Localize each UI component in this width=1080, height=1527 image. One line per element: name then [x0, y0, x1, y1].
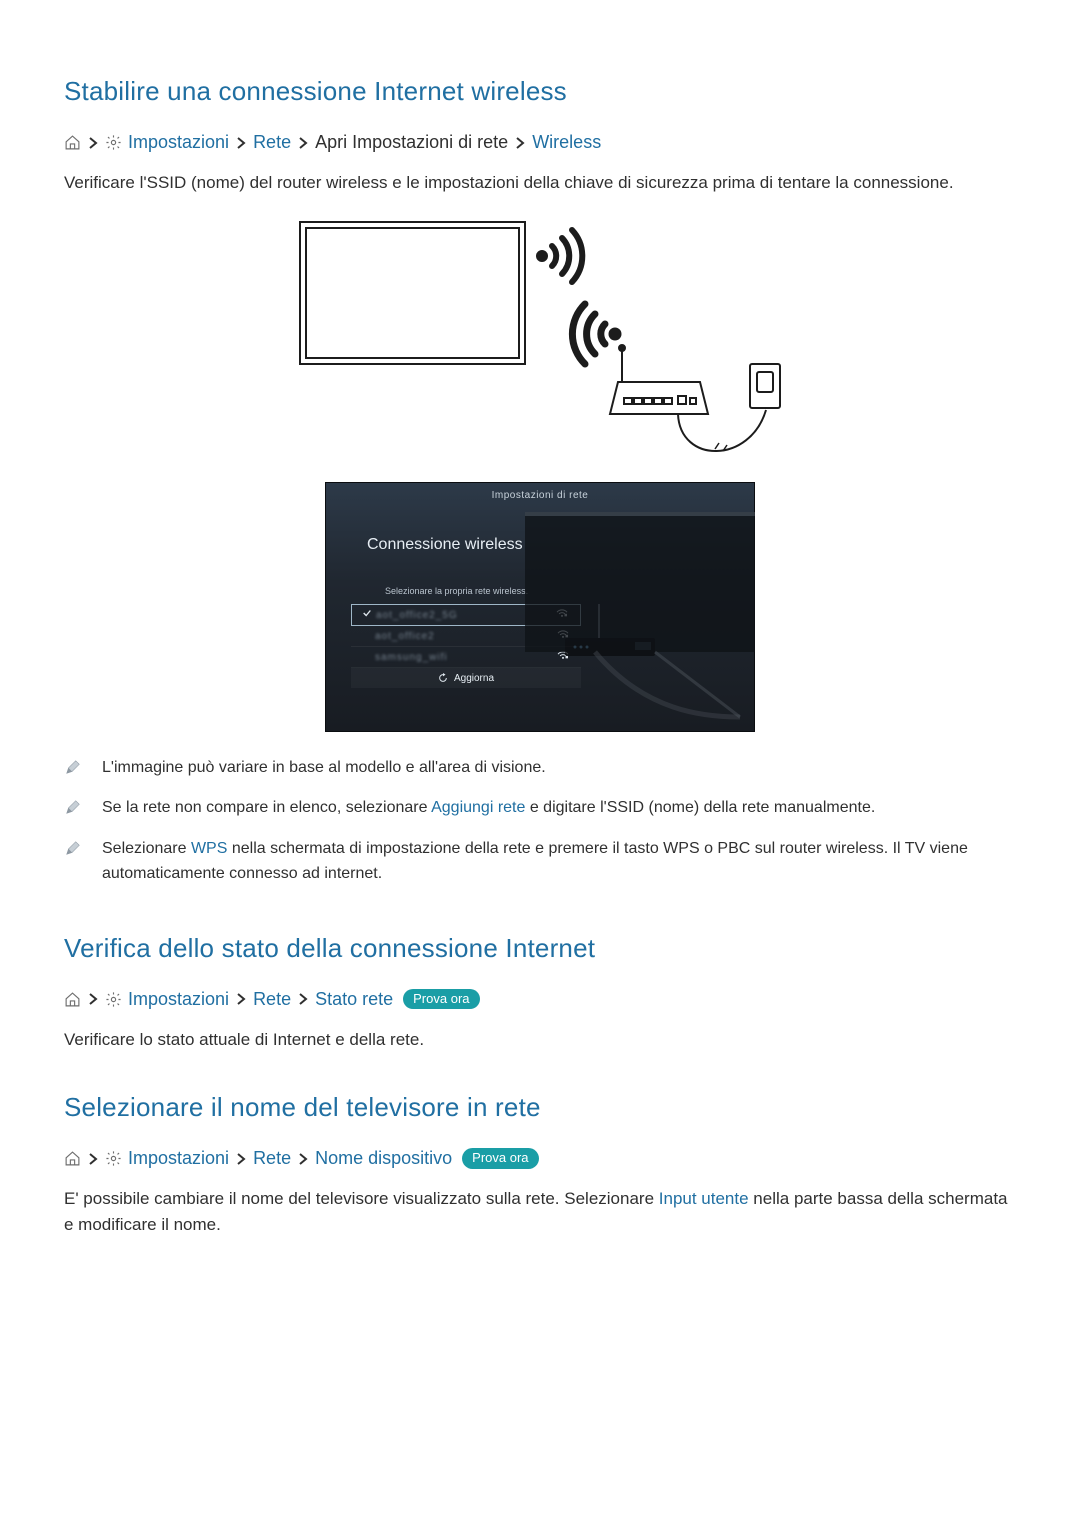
note-text-post: nella schermata di impostazione della re…: [102, 840, 968, 882]
tv-network-row[interactable]: aot_office2_5G: [351, 604, 581, 626]
gear-icon: [105, 1150, 122, 1167]
home-icon: [64, 991, 81, 1008]
note-item: L'immagine può variare in base al modell…: [64, 752, 1016, 787]
path-device: Nome dispositivo: [315, 1145, 452, 1172]
wifi-lock-icon: [556, 608, 570, 623]
path-impostazioni: Impostazioni: [128, 1145, 229, 1172]
breadcrumb-status: Impostazioni Rete Stato rete Prova ora: [64, 986, 1016, 1013]
tv-refresh-label: Aggiorna: [454, 671, 494, 686]
chevron-right-icon: [514, 137, 526, 149]
note-item: Se la rete non compare in elenco, selezi…: [64, 792, 1016, 827]
section2-body: Verificare lo stato attuale di Internet …: [64, 1027, 1016, 1053]
chevron-right-icon: [235, 137, 247, 149]
note-link-wps: WPS: [191, 840, 227, 857]
section3-body-pre: E' possibile cambiare il nome del televi…: [64, 1189, 659, 1208]
breadcrumb-wireless: Impostazioni Rete Apri Impostazioni di r…: [64, 129, 1016, 156]
notes-list: L'immagine può variare in base al modell…: [64, 752, 1016, 893]
home-icon: [64, 134, 81, 151]
path-stato: Stato rete: [315, 986, 393, 1013]
pencil-icon: [64, 798, 82, 816]
chevron-right-icon: [87, 137, 99, 149]
pencil-icon: [64, 839, 82, 857]
path-rete: Rete: [253, 986, 291, 1013]
chevron-right-icon: [297, 1153, 309, 1165]
wifi-lock-icon: [557, 650, 571, 665]
tv-network-list: aot_office2_5G aot_office2 samsung_wifi: [351, 604, 581, 688]
check-icon: [362, 608, 376, 623]
tv-ssid: samsung_wifi: [375, 650, 557, 665]
tv-sublabel: Selezionare la propria rete wireless.: [385, 585, 755, 599]
gear-icon: [105, 991, 122, 1008]
chevron-right-icon: [87, 1153, 99, 1165]
gear-icon: [105, 134, 122, 151]
section3-body: E' possibile cambiare il nome del televi…: [64, 1186, 1016, 1237]
note-item: Selezionare WPS nella schermata di impos…: [64, 833, 1016, 893]
section1-body: Verificare l'SSID (nome) del router wire…: [64, 170, 1016, 196]
path-rete: Rete: [253, 1145, 291, 1172]
note-text-pre: Se la rete non compare in elenco, selezi…: [102, 799, 431, 816]
tv-heading: Connessione wireless: [367, 533, 755, 557]
chevron-right-icon: [235, 1153, 247, 1165]
note-text-post: e digitare l'SSID (nome) della rete manu…: [525, 799, 875, 816]
refresh-icon: [438, 673, 448, 683]
chevron-right-icon: [87, 993, 99, 1005]
pencil-icon: [64, 758, 82, 776]
try-now-badge[interactable]: Prova ora: [403, 989, 479, 1010]
path-apri: Apri Impostazioni di rete: [315, 129, 508, 156]
note-text: L'immagine può variare in base al modell…: [102, 759, 546, 776]
section-title-status: Verifica dello stato della connessione I…: [64, 929, 1016, 968]
home-icon: [64, 1150, 81, 1167]
chevron-right-icon: [297, 137, 309, 149]
path-impostazioni: Impostazioni: [128, 129, 229, 156]
tv-ssid: aot_office2_5G: [376, 608, 556, 623]
note-text-pre: Selezionare: [102, 840, 191, 857]
section-title-devicename: Selezionare il nome del televisore in re…: [64, 1088, 1016, 1127]
breadcrumb-devicename: Impostazioni Rete Nome dispositivo Prova…: [64, 1145, 1016, 1172]
path-impostazioni: Impostazioni: [128, 986, 229, 1013]
tv-network-row[interactable]: samsung_wifi: [351, 647, 581, 668]
wifi-lock-icon: [557, 629, 571, 644]
network-illustration: [280, 214, 800, 474]
tv-network-row[interactable]: aot_office2: [351, 626, 581, 647]
tv-screenshot: Impostazioni di rete Connessione wireles…: [325, 482, 755, 732]
tv-topbar: Impostazioni di rete: [325, 482, 755, 503]
tv-refresh-row[interactable]: Aggiorna: [351, 668, 581, 688]
path-rete: Rete: [253, 129, 291, 156]
note-link-aggiungi: Aggiungi rete: [431, 799, 525, 816]
chevron-right-icon: [297, 993, 309, 1005]
section3-body-link: Input utente: [659, 1189, 749, 1208]
section-title-wireless: Stabilire una connessione Internet wirel…: [64, 72, 1016, 111]
try-now-badge[interactable]: Prova ora: [462, 1148, 538, 1169]
path-wireless: Wireless: [532, 129, 601, 156]
chevron-right-icon: [235, 993, 247, 1005]
tv-ssid: aot_office2: [375, 629, 557, 644]
